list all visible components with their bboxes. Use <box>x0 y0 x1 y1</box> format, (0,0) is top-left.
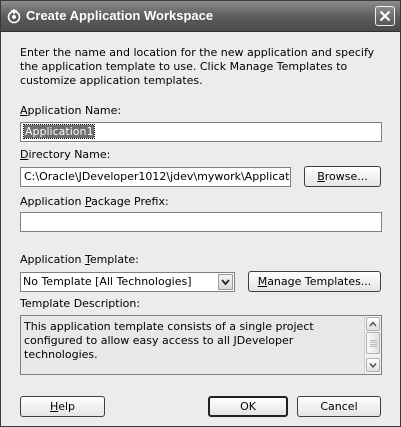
description-text: This application template consists of a … <box>24 320 314 361</box>
help-button[interactable]: Help <box>20 396 105 417</box>
chevron-down-icon <box>369 363 377 369</box>
manage-templates-button[interactable]: Manage Templates... <box>248 271 381 292</box>
browse-button[interactable]: Browse... <box>304 166 381 187</box>
scroll-down-button[interactable] <box>366 358 380 372</box>
template-dropdown[interactable]: No Template [All Technologies] <box>20 272 235 292</box>
package-prefix-label: Application Package Prefix: <box>20 195 169 208</box>
package-prefix-field[interactable] <box>20 212 382 232</box>
directory-field[interactable]: C:\Oracle\JDeveloper1012\jdev\mywork\App… <box>20 167 291 187</box>
jdeveloper-app-icon <box>7 9 21 24</box>
directory-label: Directory Name: <box>20 148 111 161</box>
chevron-up-icon <box>369 321 377 327</box>
chevron-down-icon[interactable] <box>218 274 233 290</box>
scroll-up-button[interactable] <box>366 317 380 331</box>
close-icon <box>379 10 391 22</box>
intro-text: Enter the name and location for the new … <box>20 46 375 87</box>
dialog-window: Create Application Workspace Enter the n… <box>0 0 401 427</box>
app-name-field[interactable]: Application1 <box>20 122 382 142</box>
app-name-value: Application1 <box>22 124 96 139</box>
description-label: Template Description: <box>20 297 141 310</box>
ok-button[interactable]: OK <box>208 396 288 417</box>
template-description: This application template consists of a … <box>20 315 382 375</box>
dialog-title: Create Application Workspace <box>26 8 214 23</box>
description-scrollbar[interactable] <box>364 316 381 374</box>
template-label: Application Template: <box>20 253 139 266</box>
scroll-thumb[interactable] <box>366 332 380 354</box>
title-bar[interactable]: Create Application Workspace <box>1 1 400 32</box>
close-button[interactable] <box>375 6 395 26</box>
app-name-label: Application Name: <box>20 104 122 117</box>
cancel-button[interactable]: Cancel <box>297 396 381 417</box>
template-selected: No Template [All Technologies] <box>23 275 192 288</box>
